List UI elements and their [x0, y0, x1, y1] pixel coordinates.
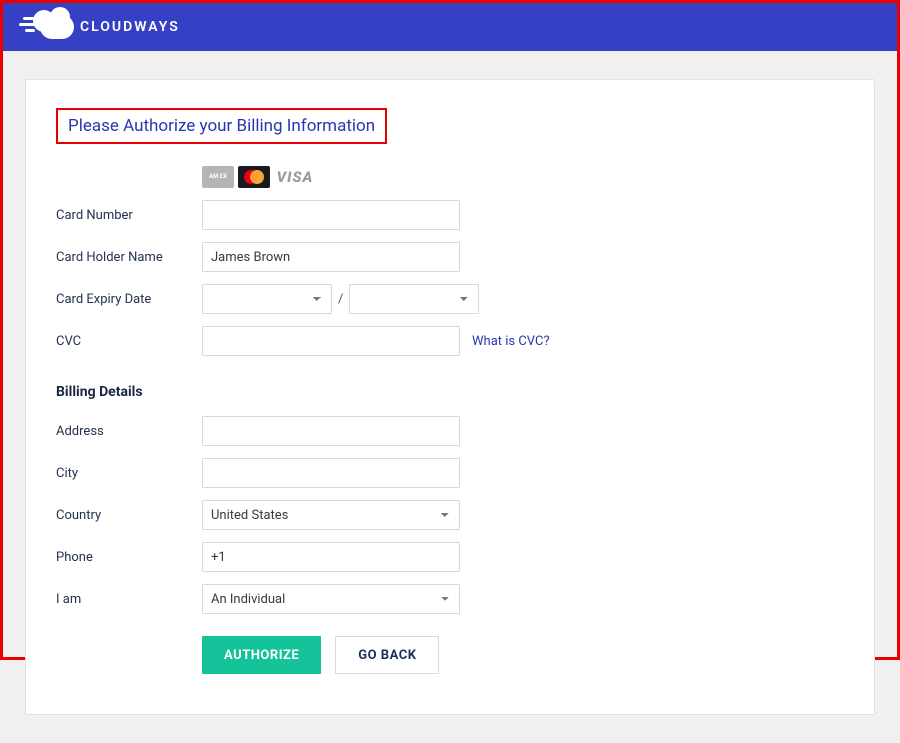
expiry-separator: / [338, 292, 343, 307]
visa-icon: VISA [274, 166, 316, 188]
card-number-input[interactable] [202, 200, 460, 230]
city-label: City [56, 466, 202, 481]
authorize-button[interactable]: AUTHORIZE [202, 636, 321, 674]
go-back-button[interactable]: GO BACK [335, 636, 439, 674]
phone-label: Phone [56, 550, 202, 565]
title-highlight: Please Authorize your Billing Informatio… [56, 108, 387, 144]
expiry-year-select[interactable] [349, 284, 479, 314]
address-label: Address [56, 424, 202, 439]
cvc-label: CVC [56, 334, 202, 349]
accepted-cards: AM EX VISA [202, 166, 844, 188]
city-input[interactable] [202, 458, 460, 488]
card-holder-input[interactable] [202, 242, 460, 272]
address-input[interactable] [202, 416, 460, 446]
expiry-month-select[interactable] [202, 284, 332, 314]
iam-select[interactable]: An Individual [202, 584, 460, 614]
page-title: Please Authorize your Billing Informatio… [68, 116, 375, 136]
top-bar: CLOUDWAYS [3, 3, 897, 51]
card-number-label: Card Number [56, 208, 202, 223]
country-select[interactable]: United States [202, 500, 460, 530]
billing-heading: Billing Details [56, 384, 844, 400]
amex-icon: AM EX [202, 166, 234, 188]
cloud-icon [19, 9, 74, 45]
brand-name: CLOUDWAYS [80, 19, 180, 35]
cvc-help-link[interactable]: What is CVC? [472, 334, 550, 349]
brand-logo: CLOUDWAYS [19, 9, 180, 45]
card-holder-label: Card Holder Name [56, 250, 202, 265]
cvc-input[interactable] [202, 326, 460, 356]
billing-card: Please Authorize your Billing Informatio… [25, 79, 875, 715]
country-label: Country [56, 508, 202, 523]
phone-input[interactable] [202, 542, 460, 572]
mastercard-icon [238, 166, 270, 188]
iam-label: I am [56, 592, 202, 607]
card-expiry-label: Card Expiry Date [56, 292, 202, 307]
